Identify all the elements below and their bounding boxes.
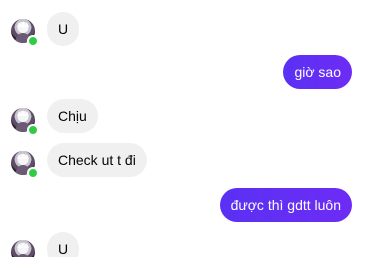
- message-bubble-incoming[interactable]: U: [47, 12, 80, 46]
- message-bubble-incoming[interactable]: Chịu: [47, 99, 98, 133]
- message-bubble-incoming[interactable]: U: [47, 232, 80, 257]
- online-status-icon: [27, 124, 39, 136]
- online-status-icon: [27, 35, 39, 47]
- chat-thread[interactable]: U giờ sao Chịu Check ut t đi được thì gd…: [0, 0, 374, 257]
- online-status-icon: [27, 167, 39, 179]
- previous-message-edge: [287, 0, 357, 2]
- message-bubble-outgoing[interactable]: được thì gdtt luôn: [219, 188, 352, 222]
- message-bubble-outgoing[interactable]: giờ sao: [283, 55, 352, 89]
- avatar-image: [17, 242, 29, 257]
- message-bubble-incoming[interactable]: Check ut t đi: [47, 143, 147, 177]
- contact-avatar[interactable]: [11, 240, 35, 257]
